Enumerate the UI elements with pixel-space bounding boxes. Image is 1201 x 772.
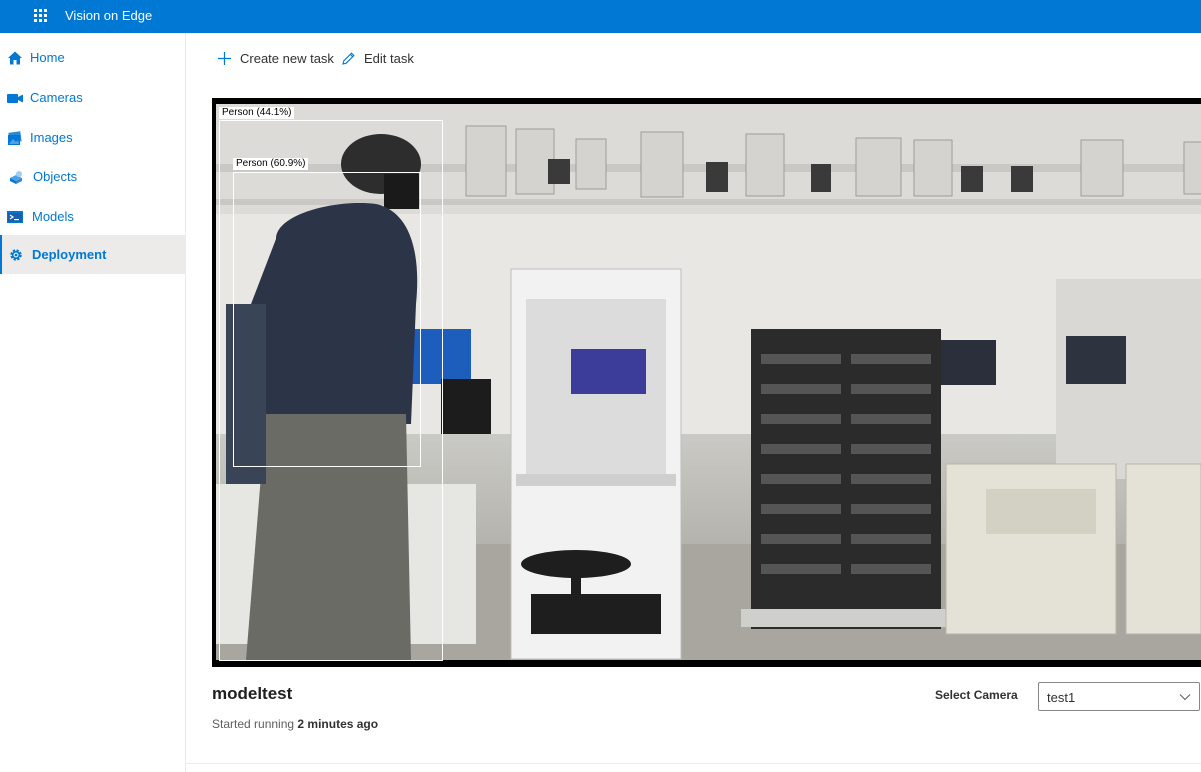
task-status: Started running 2 minutes ago [212, 717, 378, 731]
sidebar-item-label: Cameras [30, 90, 83, 105]
sidebar-item-objects[interactable]: Objects [0, 157, 185, 196]
create-new-task-label: Create new task [240, 50, 334, 66]
detection-label: Person (44.1%) [219, 107, 295, 119]
deployment-gear-icon [10, 249, 22, 261]
create-new-task-button[interactable]: Create new task [217, 48, 334, 68]
sidebar-item-deployment[interactable]: Deployment [0, 235, 185, 274]
task-status-prefix: Started running [212, 717, 295, 731]
images-icon [8, 131, 22, 145]
camera-icon [7, 94, 23, 103]
sidebar-item-label: Images [30, 130, 73, 145]
camera-dropdown-value: test1 [1047, 690, 1076, 705]
app-launcher-icon[interactable] [33, 8, 49, 24]
sidebar-item-label: Models [32, 209, 74, 224]
objects-icon [10, 171, 22, 184]
sidebar-item-label: Objects [33, 169, 78, 184]
divider [186, 763, 1201, 764]
chevron-down-icon [1179, 694, 1191, 701]
sidebar-item-home[interactable]: Home [0, 38, 185, 77]
models-icon [7, 211, 23, 223]
select-camera-label: Select Camera [935, 688, 1018, 702]
detection-box-person [233, 172, 421, 467]
sidebar-item-models[interactable]: Models [0, 197, 185, 236]
task-name: modeltest [212, 684, 293, 703]
sidebar-nav: Home Cameras Images Objects Models Deplo… [0, 33, 186, 772]
top-bar: Vision on Edge [0, 0, 1201, 33]
home-icon [8, 51, 22, 65]
detection-label: Person (60.9%) [233, 158, 309, 170]
camera-dropdown[interactable]: test1 [1038, 682, 1200, 711]
app-title: Vision on Edge [65, 8, 153, 23]
sidebar-item-label: Deployment [32, 247, 107, 262]
camera-video-feed: Person (44.1%) Person (60.9%) [212, 98, 1201, 667]
add-icon [218, 51, 231, 65]
edit-task-button[interactable]: Edit task [341, 48, 414, 68]
edit-pencil-icon [342, 51, 355, 65]
sidebar-item-label: Home [30, 50, 65, 65]
edit-task-label: Edit task [364, 50, 414, 66]
sidebar-item-images[interactable]: Images [0, 118, 185, 157]
task-status-time: 2 minutes ago [297, 717, 379, 731]
sidebar-item-cameras[interactable]: Cameras [0, 78, 185, 117]
